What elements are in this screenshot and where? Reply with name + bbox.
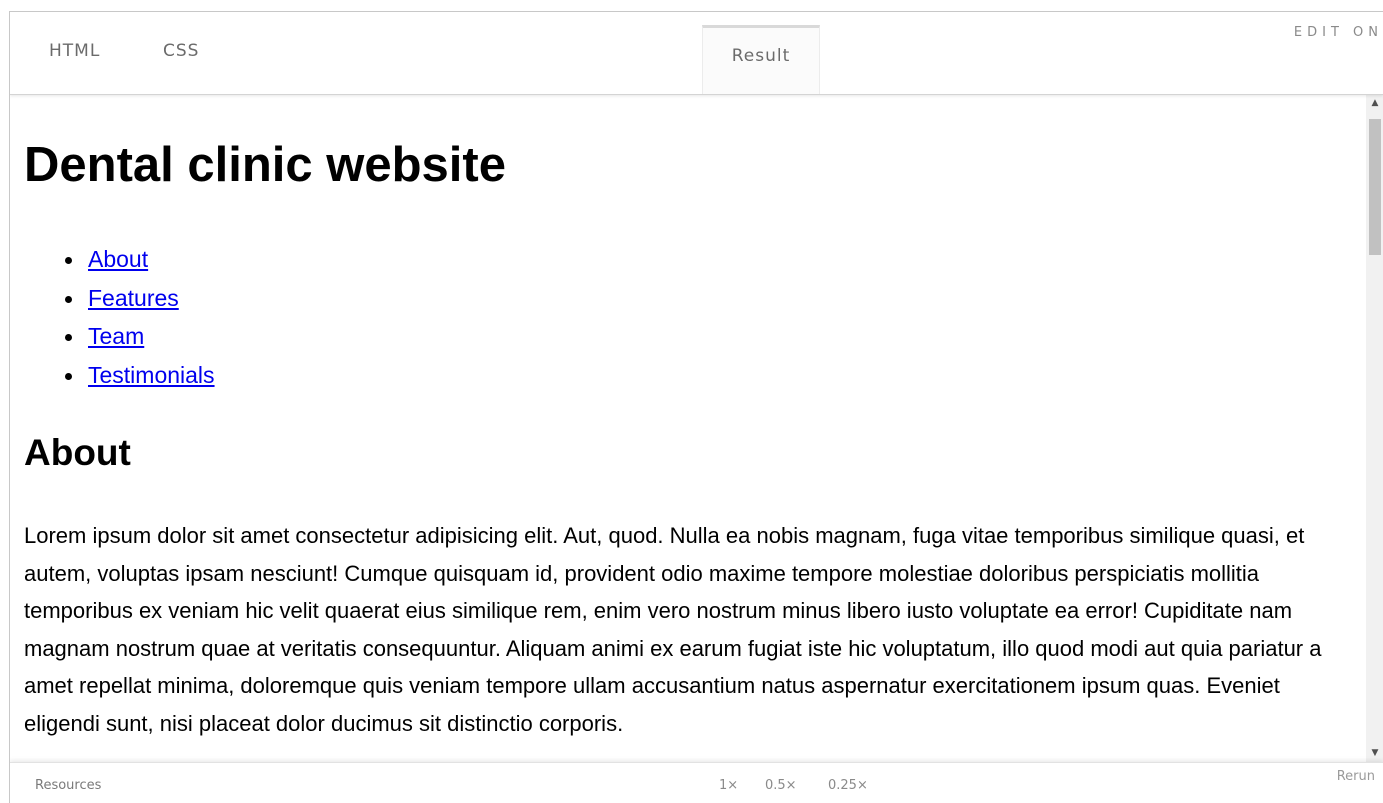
codepen-embed-frame: HTML CSS Result EDIT ON Dental clinic we… xyxy=(9,11,1383,803)
about-paragraph: Lorem ipsum dolor sit amet consectetur a… xyxy=(24,523,1322,736)
nav-list: About Features Team Testimonials xyxy=(24,240,215,394)
scrollbar-thumb[interactable] xyxy=(1369,119,1381,255)
embed-bottom-bar: Resources 1× 0.5× 0.25× Rerun xyxy=(10,762,1383,803)
tab-html[interactable]: HTML xyxy=(49,41,100,61)
editor-tab-bar: HTML CSS Result EDIT ON xyxy=(10,12,1383,95)
zoom-0-25x-button[interactable]: 0.25× xyxy=(828,778,868,793)
page-title: Dental clinic website xyxy=(24,138,506,192)
nav-link-testimonials[interactable]: Testimonials xyxy=(88,362,215,388)
tab-result[interactable]: Result xyxy=(702,25,820,94)
edit-on-codepen-link[interactable]: EDIT ON xyxy=(1294,25,1383,40)
nav-item-about: About xyxy=(65,240,215,279)
zoom-1x-button[interactable]: 1× xyxy=(719,778,738,793)
nav-link-team[interactable]: Team xyxy=(88,323,144,349)
nav-link-features[interactable]: Features xyxy=(88,285,179,311)
nav-item-features: Features xyxy=(65,279,215,318)
scroll-down-arrow-icon[interactable]: ▼ xyxy=(1366,745,1383,762)
result-scrollbar[interactable]: ▲ ▼ xyxy=(1366,95,1383,762)
rerun-button[interactable]: Rerun xyxy=(1337,769,1375,784)
zoom-0-5x-button[interactable]: 0.5× xyxy=(765,778,797,793)
nav-item-testimonials: Testimonials xyxy=(65,356,215,395)
about-heading: About xyxy=(24,432,131,473)
tab-css[interactable]: CSS xyxy=(163,41,199,61)
resources-button[interactable]: Resources xyxy=(35,778,101,793)
result-pane: Dental clinic website About Features Tea… xyxy=(10,95,1366,762)
nav-item-team: Team xyxy=(65,317,215,356)
nav-link-about[interactable]: About xyxy=(88,246,148,272)
tab-result-label: Result xyxy=(731,46,791,66)
scroll-up-arrow-icon[interactable]: ▲ xyxy=(1366,95,1383,112)
